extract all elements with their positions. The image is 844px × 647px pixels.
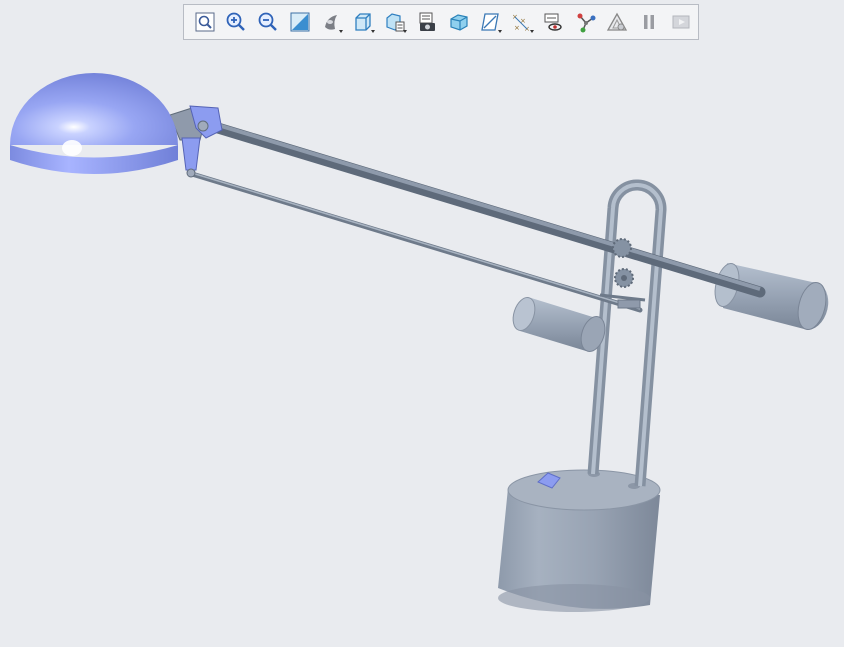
pause-button[interactable] (635, 8, 664, 36)
zoom-out-icon (258, 12, 278, 31)
spin-center-icon (544, 13, 562, 31)
refit-button[interactable] (190, 8, 219, 36)
section-button[interactable] (412, 8, 441, 36)
counterweight-upper (714, 262, 829, 330)
svg-text:×: × (512, 13, 518, 21)
view-toolbar: × × × × (183, 4, 699, 40)
annotation-display-button[interactable]: × × × × (508, 8, 537, 36)
spin-center-button[interactable] (539, 8, 568, 36)
lamp-shade (10, 73, 178, 174)
svg-text:×: × (514, 24, 520, 32)
zoom-in-button[interactable] (222, 8, 251, 36)
zoom-in-icon (227, 12, 246, 31)
connection-icon (577, 13, 596, 33)
datum-display-button[interactable] (476, 8, 505, 36)
perspective-icon (450, 14, 468, 31)
3d-model-viewport[interactable] (0, 0, 844, 647)
section-camera-icon (419, 12, 435, 31)
refit-icon (195, 12, 215, 32)
triangle-rep-icon (607, 12, 628, 31)
pause-icon (644, 15, 655, 29)
view-manager-button[interactable] (381, 8, 410, 36)
connection-button[interactable] (571, 8, 600, 36)
repaint-icon (290, 12, 310, 32)
main-arm (202, 119, 766, 298)
perspective-view-button[interactable] (444, 8, 473, 36)
repaint-button[interactable] (285, 8, 314, 36)
simplified-rep-button[interactable] (603, 8, 632, 36)
saved-orientations-button[interactable] (349, 8, 378, 36)
next-icon (672, 15, 690, 29)
display-style-button[interactable] (317, 8, 346, 36)
lamp-base (498, 469, 661, 612)
next-button[interactable] (666, 8, 695, 36)
svg-text:×: × (520, 17, 526, 25)
zoom-out-button[interactable] (254, 8, 283, 36)
counterweight-lower (512, 297, 606, 352)
